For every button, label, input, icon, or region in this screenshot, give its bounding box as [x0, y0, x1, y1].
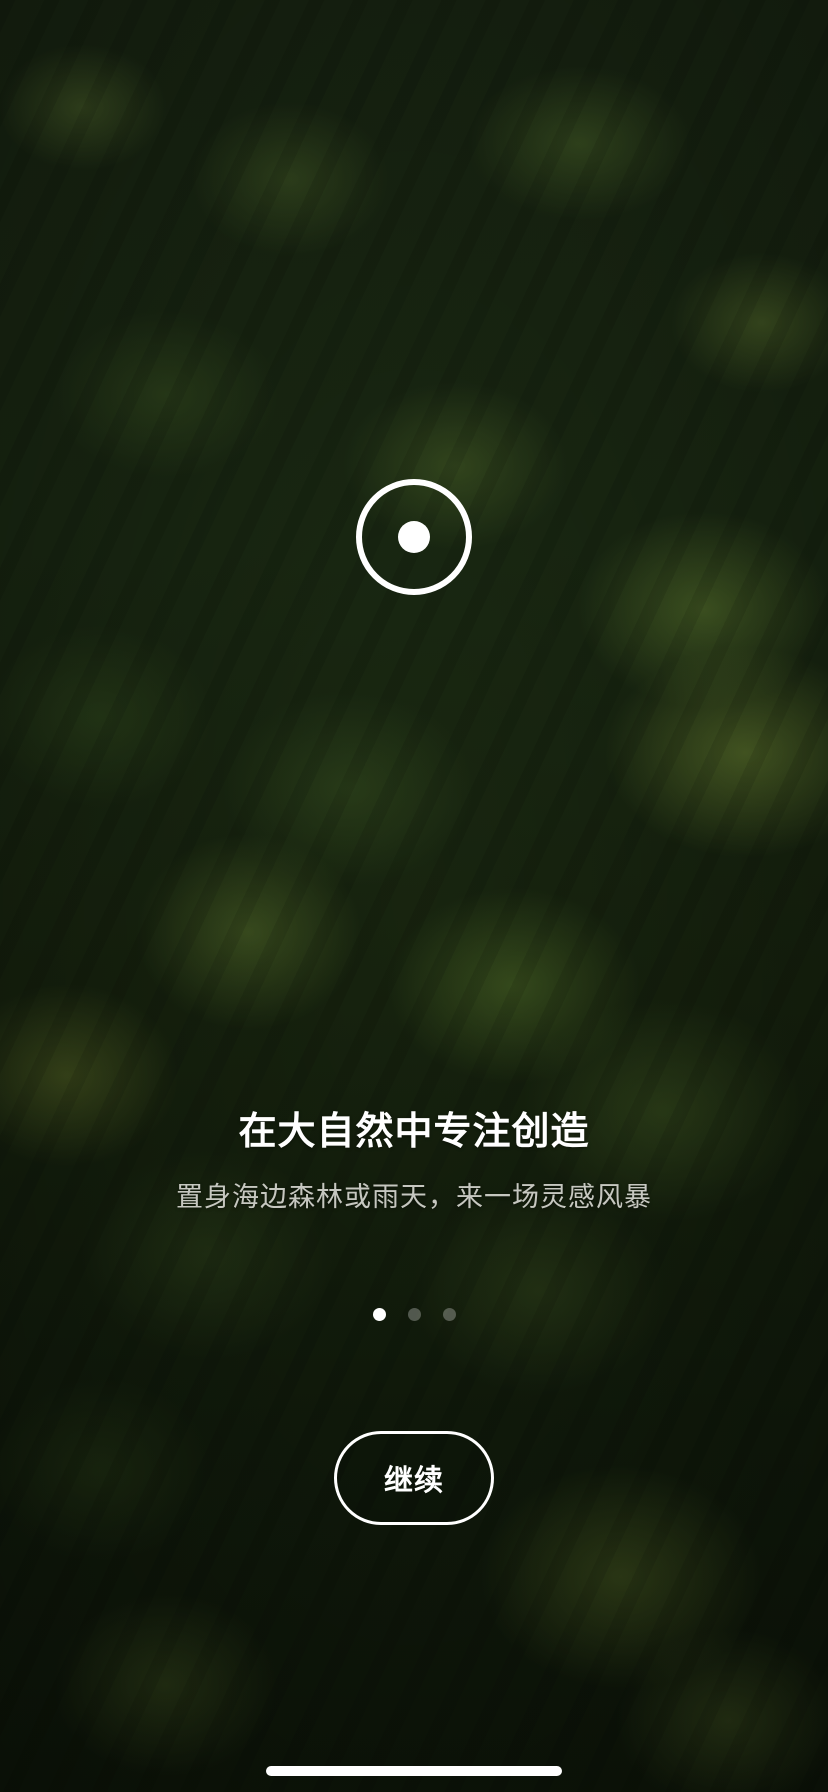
- onboarding-subline: 置身海边森林或雨天，来一场灵感风暴: [176, 1182, 652, 1213]
- focus-target-icon: [356, 479, 472, 595]
- page-indicator: [0, 1308, 828, 1321]
- page-dot-1[interactable]: [372, 1308, 386, 1321]
- page-dot-2[interactable]: [407, 1308, 421, 1321]
- continue-button[interactable]: 继续: [334, 1431, 494, 1525]
- page-dot-3[interactable]: [442, 1308, 456, 1321]
- onboarding-headline: 在大自然中专注创造: [238, 1109, 590, 1153]
- home-indicator[interactable]: [266, 1766, 562, 1776]
- target-center-dot: [398, 521, 430, 553]
